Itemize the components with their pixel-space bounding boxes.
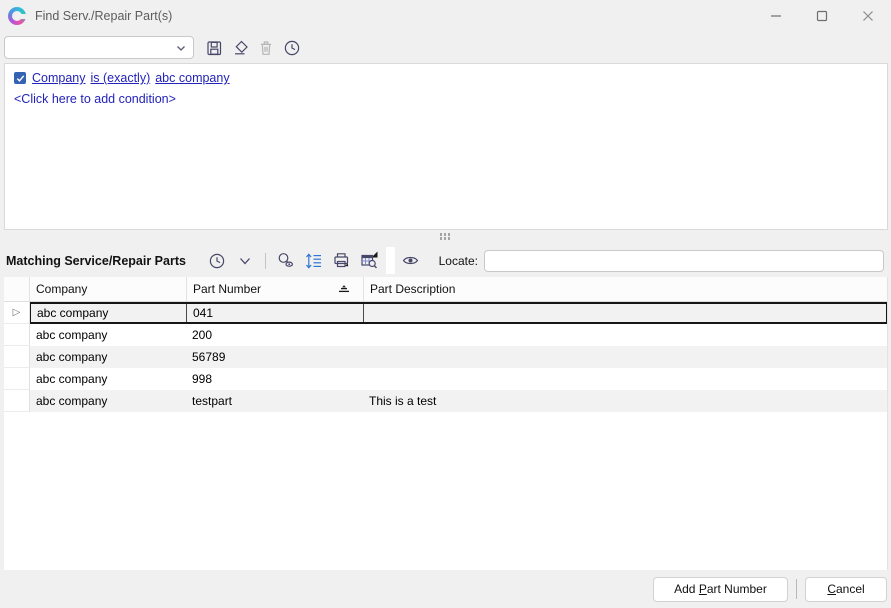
locate-label: Locate: — [439, 254, 478, 268]
cell-part-number: 998 — [186, 368, 363, 390]
history-icon[interactable] — [205, 249, 229, 273]
cell-company: abc company — [30, 324, 186, 346]
table-row[interactable]: abc company 200 — [4, 324, 887, 346]
cell-part-description: This is a test — [363, 390, 887, 412]
cell-company: abc company — [30, 390, 186, 412]
table-row[interactable]: abc company 998 — [4, 368, 887, 390]
column-header-part-number[interactable]: Part Number — [187, 277, 364, 301]
window-controls — [753, 0, 891, 32]
results-toolbar: Matching Service/Repair Parts — [0, 244, 891, 277]
cell-part-description — [363, 324, 887, 346]
add-condition-link[interactable]: <Click here to add condition> — [14, 92, 878, 106]
current-row-indicator: ▷ — [4, 302, 30, 324]
condition-checkbox[interactable] — [14, 72, 26, 84]
query-toolbar — [0, 32, 891, 63]
cell-part-number: 200 — [186, 324, 363, 346]
toolbar-active-strip — [386, 247, 395, 274]
chevron-down-icon[interactable] — [233, 249, 257, 273]
minimize-icon[interactable] — [753, 0, 799, 32]
table-row[interactable]: abc company testpart This is a test — [4, 390, 887, 412]
search-preview-icon[interactable] — [274, 249, 298, 273]
cell-company: abc company — [30, 368, 186, 390]
grid-search-icon[interactable] — [358, 249, 382, 273]
condition-value-link[interactable]: abc company — [155, 71, 229, 85]
button-separator — [796, 579, 797, 599]
splitter-grip-icon — [440, 233, 452, 241]
column-header-part-description[interactable]: Part Description — [364, 277, 887, 301]
column-header-company[interactable]: Company — [30, 277, 187, 301]
cell-part-description — [363, 368, 887, 390]
add-part-number-button[interactable]: Add Part Number — [653, 577, 788, 602]
print-icon[interactable] — [330, 249, 354, 273]
history-icon[interactable] — [280, 36, 304, 60]
condition-panel: Company is (exactly) abc company <Click … — [4, 63, 888, 230]
window-title: Find Serv./Repair Part(s) — [35, 9, 172, 23]
table-row[interactable]: abc company 56789 — [4, 346, 887, 368]
condition-row: Company is (exactly) abc company — [14, 71, 878, 85]
panel-splitter[interactable] — [0, 230, 891, 244]
condition-operator-link[interactable]: is (exactly) — [91, 71, 151, 85]
cancel-button[interactable]: Cancel — [805, 577, 887, 602]
eraser-icon[interactable] — [228, 36, 252, 60]
parts-grid: Company Part Number Part Description ▷ a… — [4, 277, 888, 570]
maximize-icon[interactable] — [799, 0, 845, 32]
close-icon[interactable] — [845, 0, 891, 32]
grid-header: Company Part Number Part Description — [4, 277, 887, 302]
delete-icon[interactable] — [254, 36, 278, 60]
table-row[interactable]: ▷ abc company 041 — [4, 302, 887, 324]
results-section-title: Matching Service/Repair Parts — [6, 254, 186, 268]
chevron-down-icon — [175, 42, 187, 54]
cell-part-description — [364, 304, 886, 322]
title-bar: Find Serv./Repair Part(s) — [0, 0, 891, 32]
toolbar-separator — [265, 253, 266, 269]
saved-query-combobox[interactable] — [4, 36, 194, 59]
cell-part-number: 56789 — [186, 346, 363, 368]
find-parts-dialog: Find Serv./Repair Part(s) — [0, 0, 891, 608]
locate-input[interactable] — [484, 250, 884, 272]
check-icon — [16, 74, 25, 83]
footer-bar: Add Part Number Cancel — [0, 570, 891, 608]
eye-icon[interactable] — [399, 249, 423, 273]
header-gutter — [4, 277, 30, 301]
cell-part-number: 041 — [187, 304, 364, 322]
save-icon[interactable] — [202, 36, 226, 60]
cell-company: abc company — [30, 346, 186, 368]
sort-ascending-icon — [337, 284, 351, 294]
app-logo-icon — [8, 7, 26, 25]
cell-company: abc company — [31, 304, 187, 322]
sort-icon[interactable] — [302, 249, 326, 273]
condition-field-link[interactable]: Company — [32, 71, 86, 85]
cell-part-number: testpart — [186, 390, 363, 412]
cell-part-description — [363, 346, 887, 368]
